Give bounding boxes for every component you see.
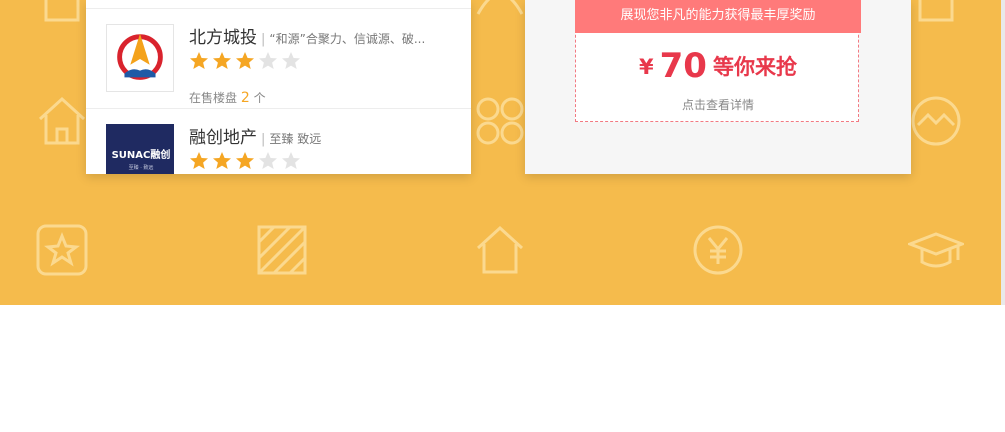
promo-card: 展现您非凡的能力获得最丰厚奖励 ¥70 等你来抢 点击查看详情 [525, 0, 911, 174]
house-bg-icon [34, 93, 90, 149]
separator: | [261, 32, 266, 47]
house-bg-icon [908, 0, 964, 26]
developer-item[interactable]: 北方城投 | “和源”合聚力、信诚源、破... 在售楼盘 2 个 [86, 9, 471, 109]
developer-title: 融创地产 | 至臻 致远 [189, 123, 321, 148]
developer-name[interactable]: 融创地产 [189, 128, 257, 148]
coupon[interactable]: 展现您非凡的能力获得最丰厚奖励 ¥70 等你来抢 点击查看详情 [575, 0, 861, 122]
separator: | [261, 132, 266, 147]
amount-value: 70 [659, 46, 707, 86]
house-bg-icon [472, 222, 528, 278]
star-filled-icon [212, 151, 232, 171]
star-filled-icon [212, 51, 232, 71]
graduation-cap-bg-icon [905, 222, 967, 278]
star-empty-icon [281, 51, 301, 71]
house-bg-icon [34, 0, 90, 26]
developer-slogan: 至臻 致远 [269, 132, 322, 146]
listing-count-value: 2 [240, 90, 250, 106]
rating-stars [189, 51, 301, 71]
sunac-logo-icon[interactable]: SUNAC融创 至臻 · 致远 [106, 124, 174, 174]
star-empty-icon [258, 151, 278, 171]
logo-subtext: 至臻 · 致远 [129, 164, 154, 171]
beifang-chengtou-logo-icon[interactable] [106, 24, 174, 92]
listing-count: 在售楼盘 2 个 [189, 89, 266, 106]
star-filled-icon [189, 151, 209, 171]
clover-bg-icon [472, 93, 528, 149]
amount-text: 等你来抢 [712, 55, 797, 79]
yuan-coin-bg-icon [690, 222, 746, 278]
developer-title: 北方城投 | “和源”合聚力、信诚源、破... [189, 23, 425, 48]
star-filled-icon [235, 151, 255, 171]
developer-slogan: “和源”合聚力、信诚源、破... [269, 32, 426, 46]
arch-bg-icon [472, 0, 528, 26]
star-empty-icon [281, 151, 301, 171]
mountain-circle-bg-icon [908, 93, 964, 149]
star-box-bg-icon [34, 222, 90, 278]
coupon-amount: ¥70 等你来抢 [576, 46, 860, 86]
developer-list-card: 北方城投 | “和源”合聚力、信诚源、破... 在售楼盘 2 个 SUNAC融创 至… [86, 0, 471, 174]
hatched-square-bg-icon [254, 222, 310, 278]
logo-text: SUNAC融创 [112, 148, 171, 161]
star-empty-icon [258, 51, 278, 71]
developer-name[interactable]: 北方城投 [189, 28, 257, 48]
coupon-banner: 展现您非凡的能力获得最丰厚奖励 [575, 0, 861, 33]
listing-count-label: 在售楼盘 [189, 91, 238, 105]
listing-count-unit: 个 [253, 91, 266, 105]
rating-stars [189, 151, 301, 171]
star-filled-icon [189, 51, 209, 71]
developer-item[interactable]: SUNAC融创 至臻 · 致远 融创地产 | 至臻 致远 [86, 109, 471, 174]
currency-symbol: ¥ [639, 55, 654, 79]
view-details-link[interactable]: 点击查看详情 [576, 96, 860, 113]
star-filled-icon [235, 51, 255, 71]
